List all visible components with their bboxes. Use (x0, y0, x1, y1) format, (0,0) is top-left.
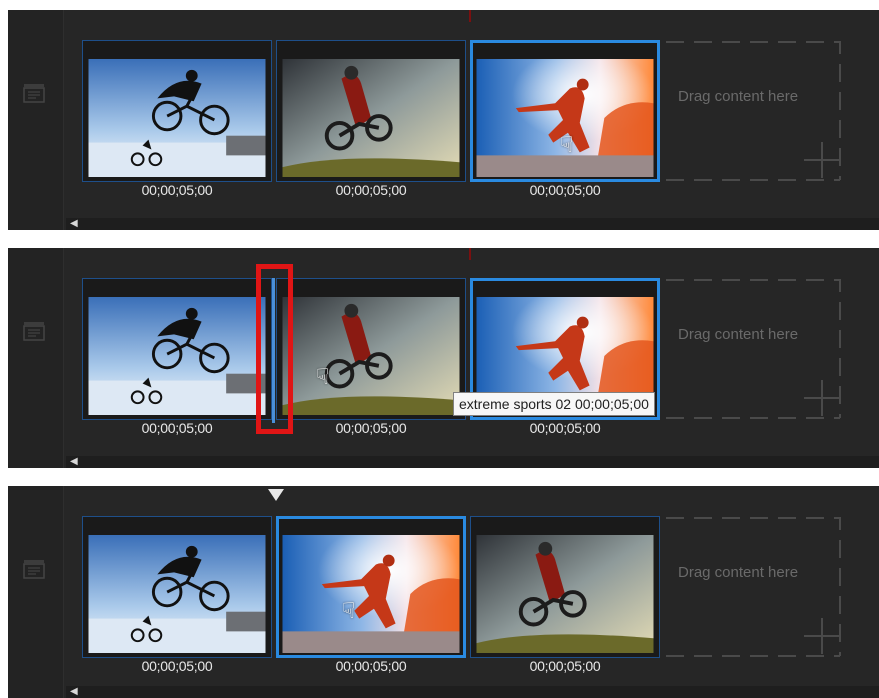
clip-strip: 00;00;05;00 00;00;05;00 ☟ 00;00;05;00 Dr… (74, 486, 879, 698)
scroll-left-arrow[interactable]: ◀ (70, 218, 78, 230)
clip-tooltip: extreme sports 02 00;00;05;00 (453, 392, 655, 416)
track-header (8, 248, 64, 468)
scroll-left-arrow[interactable]: ◀ (70, 686, 78, 698)
clip-strip: 00;00;05;00 00;00;05;00 ☟ 00;00;05;00 Dr… (74, 248, 879, 468)
clip-thumbnail[interactable] (276, 278, 466, 420)
drop-zone-label: Drag content here (678, 326, 799, 343)
insert-marker-icon (268, 489, 284, 501)
hand-cursor-icon: ☟ (342, 598, 356, 623)
clip-duration: 00;00;05;00 (335, 182, 407, 198)
insert-highlight-box (256, 264, 293, 434)
clip-duration: 00;00;05;00 (529, 658, 601, 674)
clip-thumbnail[interactable] (82, 40, 272, 182)
drop-zone[interactable]: Drag content here (664, 40, 844, 182)
add-icon (804, 618, 840, 654)
clip-thumbnail[interactable] (276, 40, 466, 182)
clip-strip: 00;00;05;00 00;00;05;00 00;00;05;00 ☟ Dr… (74, 10, 879, 230)
clip-duration: 00;00;05;00 (529, 182, 601, 198)
hand-cursor-icon: ☟ (316, 364, 330, 389)
track-header (8, 10, 64, 230)
clip-duration: 00;00;05;00 (335, 420, 407, 436)
add-icon (804, 142, 840, 178)
clip-thumbnail-selected[interactable] (276, 516, 466, 658)
timeline-panel-3: 00;00;05;00 00;00;05;00 ☟ 00;00;05;00 Dr… (8, 486, 879, 698)
clapperboard-icon (23, 84, 45, 103)
clapperboard-icon (23, 560, 45, 579)
clip-duration: 00;00;05;00 (141, 658, 213, 674)
drop-zone[interactable]: Drag content here (664, 516, 844, 658)
clip-thumbnail[interactable] (470, 516, 660, 658)
clip-thumbnail[interactable] (82, 278, 272, 420)
clip-duration: 00;00;05;00 (141, 182, 213, 198)
drop-zone-label: Drag content here (678, 88, 799, 105)
clip-duration: 00;00;05;00 (335, 658, 407, 674)
hand-cursor-icon: ☟ (560, 132, 574, 157)
clip-thumbnail[interactable] (82, 516, 272, 658)
horizontal-scrollbar[interactable]: ◀ (66, 686, 879, 698)
timeline-panel-1: 00;00;05;00 00;00;05;00 00;00;05;00 ☟ Dr… (8, 10, 879, 230)
horizontal-scrollbar[interactable]: ◀ (66, 456, 879, 468)
timeline-panel-2: 00;00;05;00 00;00;05;00 ☟ 00;00;05;00 Dr… (8, 248, 879, 468)
track-header (8, 486, 64, 698)
clip-duration: 00;00;05;00 (141, 420, 213, 436)
clip-thumbnail-selected[interactable] (470, 40, 660, 182)
scroll-left-arrow[interactable]: ◀ (70, 456, 78, 468)
horizontal-scrollbar[interactable]: ◀ (66, 218, 879, 230)
clapperboard-icon (23, 322, 45, 341)
drop-zone-label: Drag content here (678, 564, 799, 581)
drop-zone[interactable]: Drag content here (664, 278, 844, 420)
add-icon (804, 380, 840, 416)
clip-duration: 00;00;05;00 (529, 420, 601, 436)
